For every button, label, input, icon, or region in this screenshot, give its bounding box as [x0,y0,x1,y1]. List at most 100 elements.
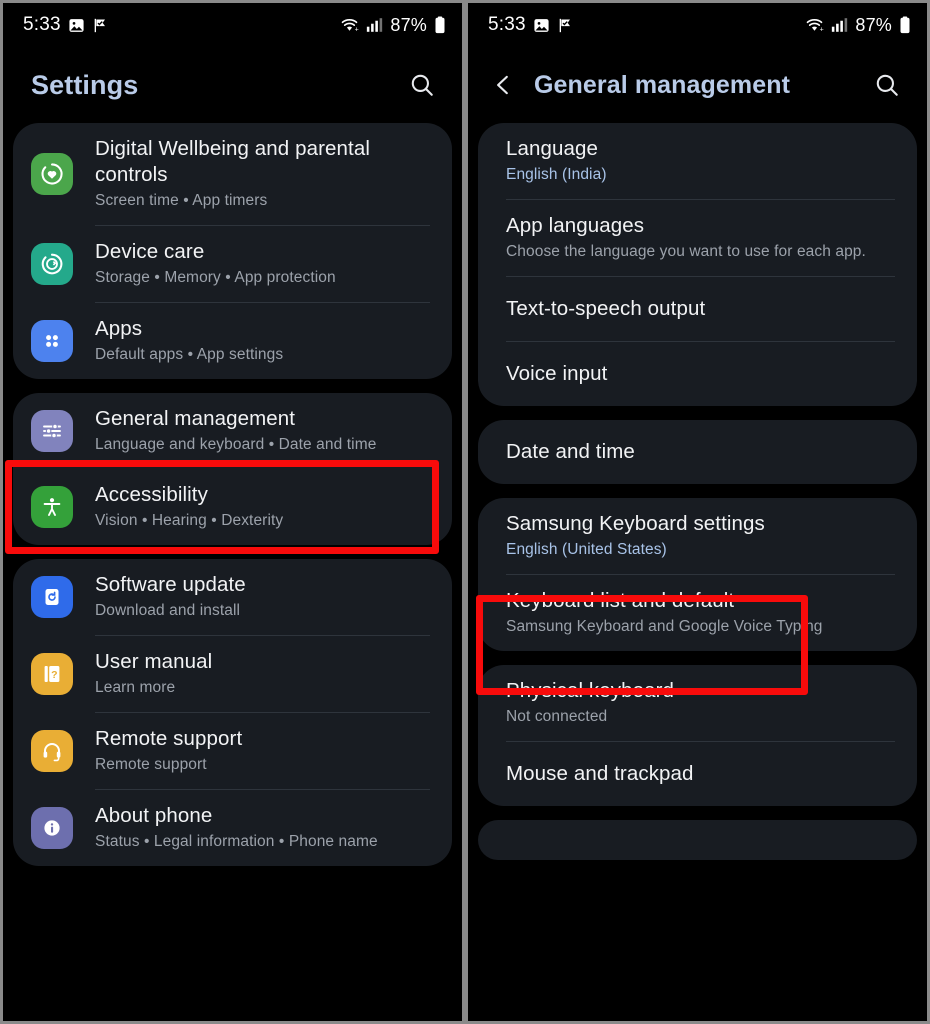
settings-group: Date and time [478,420,917,484]
list-item-title: App languages [506,214,645,237]
list-item-title: Accessibility [95,483,208,506]
svg-text:?: ? [51,669,57,681]
right-phone-screen: 5:33 + 87% General management Language E… [468,3,927,1021]
list-item-samsung-keyboard-settings[interactable]: Samsung Keyboard settings English (Unite… [478,498,917,574]
list-item-text: Samsung Keyboard settings English (Unite… [506,511,899,561]
list-item-text: App languages Choose the language you wa… [506,213,899,263]
list-item-subtitle: Samsung Keyboard and Google Voice Typing [506,618,823,635]
svg-text:+: + [355,25,359,33]
search-icon[interactable] [404,67,440,103]
list-item-subtitle: Choose the language you want to use for … [506,243,866,260]
list-item-general-management[interactable]: General management Language and keyboard… [13,393,452,469]
status-bar-right-cluster: + 87% [340,15,446,36]
list-item-text: Date and time [506,439,899,465]
list-item[interactable]: Digital Wellbeing and parental controls … [13,123,452,225]
list-item-title: Text-to-speech output [506,297,706,320]
list-item-text: Software update Download and install [95,572,434,622]
list-item-subtitle: Status • Legal information • Phone name [95,833,378,850]
list-item-title: Digital Wellbeing and parental controls [95,137,370,186]
list-item[interactable]: Remote support Remote support [13,713,452,789]
list-item-keyboard-list-and-default[interactable]: Keyboard list and default Samsung Keyboa… [478,575,917,651]
settings-group-partial [478,820,917,860]
wifi-icon: + [340,17,359,33]
list-item[interactable]: Accessibility Vision • Hearing • Dexteri… [13,469,452,545]
wellbeing-heart-icon [31,153,73,195]
left-app-bar: Settings [3,47,462,123]
device-care-icon [31,243,73,285]
left-settings-list[interactable]: Digital Wellbeing and parental controls … [3,123,462,866]
list-item-text: Remote support Remote support [95,726,434,776]
list-item-title: Date and time [506,440,635,463]
list-item[interactable]: Apps Default apps • App settings [13,303,452,379]
svg-text:+: + [820,25,824,33]
settings-group: Software update Download and install ? U… [13,559,452,866]
status-time: 5:33 [488,14,526,35]
image-icon [68,17,85,34]
status-bar-left: 5:33 + 87% [3,3,462,47]
list-item-text: Digital Wellbeing and parental controls … [95,136,434,212]
list-item-subtitle: Language and keyboard • Date and time [95,436,377,453]
apps-grid-icon [31,320,73,362]
battery-icon [434,16,446,34]
flag-check-icon [557,17,573,34]
list-item-subtitle: Learn more [95,679,176,696]
signal-bars-icon [831,17,848,33]
list-item-text: General management Language and keyboard… [95,406,434,456]
info-icon [31,807,73,849]
list-item-title: User manual [95,650,213,673]
list-item-text-to-speech[interactable]: Text-to-speech output [478,277,917,341]
list-item-subtitle: Default apps • App settings [95,346,284,363]
flag-check-icon [92,17,108,34]
list-item-title: Physical keyboard [506,679,675,702]
list-item-title: Mouse and trackpad [506,762,694,785]
settings-group: Language English (India) App languages C… [478,123,917,406]
list-item-subtitle: English (United States) [506,541,667,558]
list-item-text: Physical keyboard Not connected [506,678,899,728]
search-icon[interactable] [869,67,905,103]
list-item-subtitle: English (India) [506,166,607,183]
list-item-text: User manual Learn more [95,649,434,699]
list-item-title: Samsung Keyboard settings [506,512,765,535]
list-item[interactable]: Software update Download and install [13,559,452,635]
list-item-subtitle: Not connected [506,708,608,725]
battery-percent: 87% [390,14,427,35]
settings-group: Digital Wellbeing and parental controls … [13,123,452,379]
list-item-mouse-and-trackpad[interactable]: Mouse and trackpad [478,742,917,806]
list-item-subtitle: Storage • Memory • App protection [95,269,336,286]
wifi-icon: + [805,17,824,33]
list-item-subtitle: Screen time • App timers [95,192,268,209]
right-app-bar: General management [468,47,927,123]
list-item-subtitle: Vision • Hearing • Dexterity [95,512,284,529]
list-item-text: Keyboard list and default Samsung Keyboa… [506,588,899,638]
list-item-date-and-time[interactable]: Date and time [478,420,917,484]
list-item-language[interactable]: Language English (India) [478,123,917,199]
list-item-title: General management [95,407,296,430]
list-item-physical-keyboard[interactable]: Physical keyboard Not connected [478,665,917,741]
list-item-text: Accessibility Vision • Hearing • Dexteri… [95,482,434,532]
sliders-icon [31,410,73,452]
general-management-list[interactable]: Language English (India) App languages C… [468,123,927,860]
battery-icon [899,16,911,34]
chevron-left-icon[interactable] [486,68,520,102]
list-item-title: Device care [95,240,205,263]
list-item-app-languages[interactable]: App languages Choose the language you wa… [478,200,917,276]
list-item-text: Language English (India) [506,136,899,186]
software-update-icon [31,576,73,618]
list-item[interactable]: Device care Storage • Memory • App prote… [13,226,452,302]
status-bar-right: 5:33 + 87% [468,3,927,47]
list-item[interactable]: About phone Status • Legal information •… [13,790,452,866]
settings-group: Samsung Keyboard settings English (Unite… [478,498,917,651]
list-item-title: Voice input [506,362,608,385]
list-item-subtitle: Remote support [95,756,207,773]
list-item-text: Voice input [506,361,899,387]
list-item-voice-input[interactable]: Voice input [478,342,917,406]
list-item-title: About phone [95,804,213,827]
settings-group: General management Language and keyboard… [13,393,452,545]
dual-screenshot-container: 5:33 + 87% Settings Digital Wellbeing an… [0,0,930,1024]
list-item-text: Mouse and trackpad [506,761,899,787]
accessibility-icon [31,486,73,528]
list-item[interactable]: ? User manual Learn more [13,636,452,712]
list-item-title: Language [506,137,599,160]
list-item-title: Keyboard list and default [506,589,735,612]
list-item-title: Remote support [95,727,243,750]
